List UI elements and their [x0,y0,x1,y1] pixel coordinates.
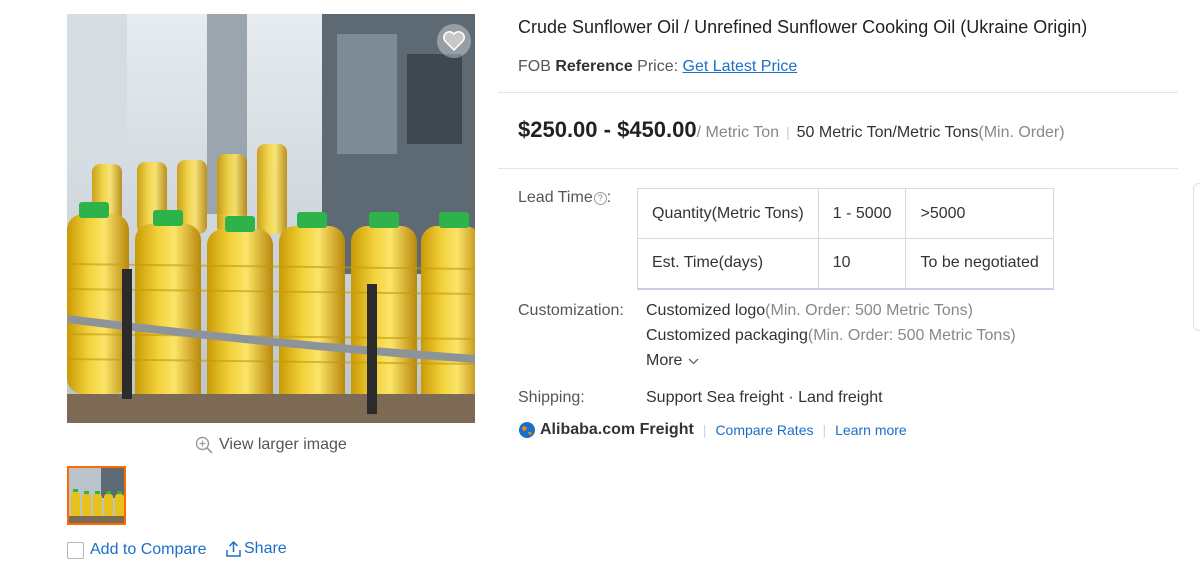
customization-item-name: Customized logo [646,302,766,319]
freight-brand: Alibaba.com Freight [540,421,694,438]
freight-separator: | [822,422,827,438]
add-to-compare-label[interactable]: Add to Compare [90,541,207,559]
lead-time-label: Lead Time ? : [518,189,611,207]
help-icon[interactable]: ? [593,191,607,205]
table-cell: 1 - 5000 [817,188,907,239]
customization-item-name: Customized packaging [646,327,808,344]
min-order-quantity: 50 Metric Ton/Metric Tons [796,124,979,141]
chevron-down-icon [688,358,699,364]
lead-time-label-text: Lead Time [518,189,593,206]
thumbnail-image [69,468,124,523]
table-cell: >5000 [905,188,1054,239]
table-row: Quantity(Metric Tons) 1 - 5000 >5000 [637,188,1054,239]
magnifier-plus-icon [195,436,213,454]
customization-item: Customized logo(Min. Order: 500 Metric T… [646,302,973,320]
side-floating-tab[interactable] [1193,183,1200,331]
favorite-button[interactable] [437,24,471,58]
ref-price-bold: Reference [555,58,633,75]
view-larger-image-link[interactable]: View larger image [195,434,347,456]
reference-price-row: FOB Reference Price: Get Latest Price [518,58,797,76]
lead-time-colon: : [606,189,612,206]
share-icon [226,541,241,557]
ref-price-suffix: Price: [637,58,679,75]
product-title: Crude Sunflower Oil / Unrefined Sunflowe… [518,17,1088,37]
customization-item: Customized packaging(Min. Order: 500 Met… [646,327,1016,345]
get-latest-price-link[interactable]: Get Latest Price [683,58,798,75]
table-cell: 10 [817,238,907,290]
product-thumbnail[interactable] [67,466,126,525]
table-cell: Quantity(Metric Tons) [637,188,819,239]
min-order-note: (Min. Order) [978,124,1065,141]
customization-item-note: (Min. Order: 500 Metric Tons) [807,327,1016,344]
price-range: $250.00 - $450.00 [518,117,697,142]
table-row: Est. Time(days) 10 To be negotiated [637,238,1054,290]
shipping-value: Support Sea freight · Land freight [646,389,883,406]
globe-icon [519,422,535,438]
more-label: More [646,352,683,369]
divider [498,92,1178,93]
view-larger-label: View larger image [219,436,347,453]
heart-icon [443,31,465,51]
customization-item-note: (Min. Order: 500 Metric Tons) [765,302,973,319]
add-to-compare[interactable]: Add to Compare [67,540,207,560]
price-unit: / Metric Ton [696,124,780,141]
table-cell: To be negotiated [905,238,1054,290]
price-row: $250.00 - $450.00 / Metric Ton | 50 Metr… [518,117,1065,143]
divider [498,168,1178,169]
sunflower-oil-bottles-photo [67,14,475,423]
share-button[interactable]: Share [226,539,287,559]
table-cell: Est. Time(days) [637,238,819,290]
share-label: Share [244,540,287,557]
product-main-image[interactable] [67,14,475,423]
shipping-label: Shipping: [518,389,585,406]
compare-checkbox[interactable] [67,541,84,559]
more-customization-button[interactable]: More [646,352,699,370]
freight-separator: | [702,422,707,438]
customization-label: Customization: [518,302,624,319]
price-separator: | [786,124,790,140]
lead-time-table: Quantity(Metric Tons) 1 - 5000 >5000 Est… [637,188,1054,290]
compare-rates-link[interactable]: Compare Rates [715,422,813,438]
ref-price-prefix: FOB [518,58,551,75]
alibaba-freight-row: Alibaba.com Freight | Compare Rates | Le… [518,421,907,439]
learn-more-link[interactable]: Learn more [835,422,907,438]
